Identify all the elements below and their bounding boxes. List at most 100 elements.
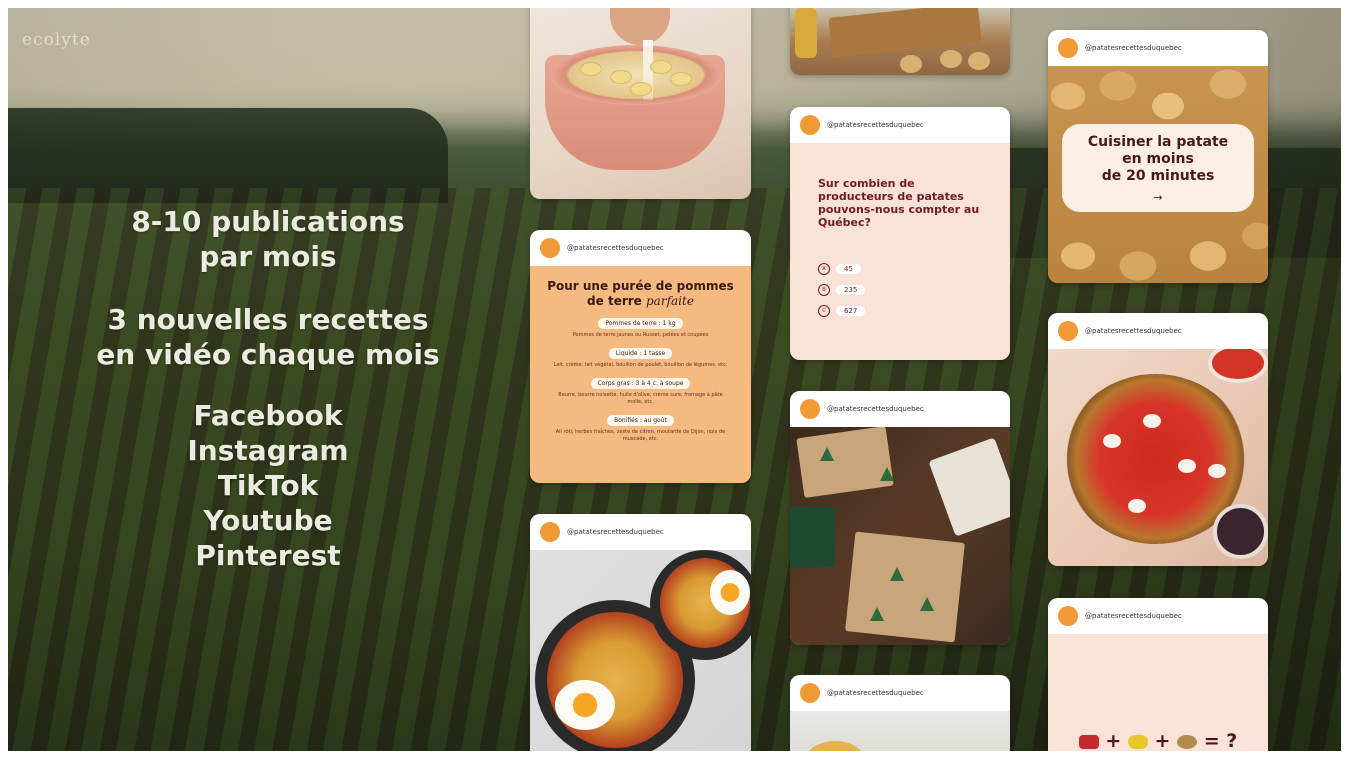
- recipe-note: Beurre, beurre noisette, huile d'olive, …: [558, 392, 723, 405]
- meat-icon: [1078, 734, 1099, 749]
- patatas-bravas-image: [1048, 349, 1268, 566]
- egg-image: [555, 680, 615, 730]
- account-avatar: [540, 522, 560, 542]
- platform-youtube: Youtube: [203, 504, 333, 537]
- account-avatar: [800, 399, 820, 419]
- potato-label: Cuisiner la patate en moins de 20 minute…: [1062, 124, 1254, 212]
- platform-tiktok: TikTok: [217, 469, 319, 502]
- recipe-pill: Pommes de terre : 1 kg: [598, 318, 683, 329]
- post-quiz-card[interactable]: @patatesrecettesduquebec Sur combien de …: [790, 107, 1010, 360]
- post-bottom-photo[interactable]: @patatesrecettesduquebec: [790, 675, 1010, 751]
- account-avatar: [540, 238, 560, 258]
- headline-line1: 8-10 publications: [131, 205, 405, 238]
- skillet-image: [530, 550, 751, 751]
- arrow-right-icon: →: [1153, 191, 1163, 204]
- gift-wrap-image: [790, 427, 1010, 645]
- recipe-pill: Corps gras : 3 à 4 c. à soupe: [590, 378, 691, 389]
- egg-image: [710, 570, 750, 615]
- platform-facebook: Facebook: [193, 399, 343, 432]
- account-handle: @patatesrecettesduquebec: [827, 689, 924, 697]
- account-handle: @patatesrecettesduquebec: [827, 121, 924, 129]
- cream-dollop-image: [1103, 434, 1121, 448]
- cream-dollop-image: [1128, 499, 1146, 513]
- post-header: @patatesrecettesduquebec: [530, 514, 751, 550]
- quiz-option-value: 45: [836, 264, 861, 274]
- post-skillet-photo[interactable]: @patatesrecettesduquebec: [530, 514, 751, 751]
- cutting-board-image: [828, 8, 982, 58]
- potato-slice-image: [670, 72, 692, 86]
- recipe-title-line2: de terre: [587, 294, 642, 308]
- potato-pile-image: Cuisiner la patate en moins de 20 minute…: [1048, 66, 1268, 283]
- headline-line4: en vidéo chaque mois: [96, 338, 440, 371]
- account-handle: @patatesrecettesduquebec: [827, 405, 924, 413]
- recipe-note: Lait, crème, lait végétal, bouillon de p…: [553, 362, 728, 368]
- quiz-body: Sur combien de producteurs de patates po…: [790, 143, 1010, 360]
- headline-publications: 8-10 publications par mois: [48, 204, 488, 274]
- slide-background: ecolyte 8-10 publications par mois 3 nou…: [8, 8, 1341, 751]
- wrapping-paper-image: [845, 531, 965, 643]
- recipe-pill: Bonifiés : au goût: [607, 415, 674, 426]
- plus-sign: +: [1105, 730, 1122, 751]
- wrapping-paper-image: [796, 427, 894, 498]
- tree-stamp-image: [880, 467, 894, 481]
- post-header: @patatesrecettesduquebec: [790, 107, 1010, 143]
- quiz-option-letter: A: [818, 263, 830, 275]
- post-header: @patatesrecettesduquebec: [790, 391, 1010, 427]
- quiz-option[interactable]: A 45: [818, 263, 861, 275]
- quiz-option-letter: C: [818, 305, 830, 317]
- potato-slice-image: [650, 60, 672, 74]
- quiz-question: Sur combien de producteurs de patates po…: [818, 177, 980, 229]
- recipe-note: Ail rôti, herbes fraîches, zeste de citr…: [555, 429, 726, 442]
- account-avatar: [1058, 606, 1078, 626]
- post-emoji-riddle-card[interactable]: @patatesrecettesduquebec + + = ?: [1048, 598, 1268, 751]
- account-handle: @patatesrecettesduquebec: [567, 528, 664, 536]
- cream-dollop-image: [1178, 459, 1196, 473]
- platform-pinterest: Pinterest: [195, 539, 341, 572]
- question-mark: ?: [1226, 730, 1238, 751]
- recipe-note: Pommes de terre jaunes ou Russet, pelées…: [572, 332, 709, 338]
- paper-roll-image: [928, 437, 1010, 537]
- emoji-riddle: + + = ?: [1048, 730, 1268, 751]
- potato-slice-image: [580, 62, 602, 76]
- account-avatar: [800, 115, 820, 135]
- quiz-option[interactable]: B 235: [818, 284, 866, 296]
- potato-slice-image: [630, 82, 652, 96]
- cream-dollop-image: [1208, 464, 1226, 478]
- recipe-body: Pour une purée de pommes de terre parfai…: [530, 266, 751, 483]
- food-image: [790, 711, 1010, 751]
- recipe-title-script: parfaite: [646, 294, 694, 308]
- post-gift-wrap-photo[interactable]: @patatesrecettesduquebec: [790, 391, 1010, 645]
- brand-logo: ecolyte: [22, 30, 91, 50]
- quiz-option[interactable]: C 627: [818, 305, 866, 317]
- dark-sauce-bowl-image: [1213, 504, 1268, 559]
- platform-list: Facebook Instagram TikTok Youtube Pinter…: [48, 398, 488, 573]
- post-potato-quick-card[interactable]: @patatesrecettesduquebec Cuisiner la pat…: [1048, 30, 1268, 283]
- potato-label-line3: de 20 minutes: [1101, 168, 1215, 184]
- post-recipe-card[interactable]: @patatesrecettesduquebec Pour une purée …: [530, 230, 751, 483]
- equals-sign: =: [1203, 730, 1220, 751]
- account-handle: @patatesrecettesduquebec: [567, 244, 664, 252]
- recipe-title: Pour une purée de pommes de terre parfai…: [530, 279, 751, 309]
- post-dish-photo[interactable]: @patatesrecettesduquebec: [1048, 313, 1268, 566]
- post-header: @patatesrecettesduquebec: [1048, 30, 1268, 66]
- potato-icon: [1177, 734, 1198, 749]
- quiz-option-value: 235: [836, 285, 866, 295]
- account-handle: @patatesrecettesduquebec: [1085, 327, 1182, 335]
- corn-icon: [1127, 734, 1148, 749]
- post-pot-photo[interactable]: [530, 8, 751, 199]
- potato-slice-image: [610, 70, 632, 84]
- headline-recipes: 3 nouvelles recettes en vidéo chaque moi…: [48, 302, 488, 372]
- cream-dollop-image: [1143, 414, 1161, 428]
- account-avatar: [800, 683, 820, 703]
- plus-sign: +: [1154, 730, 1171, 751]
- post-veg-photo[interactable]: [790, 8, 1010, 75]
- post-header: @patatesrecettesduquebec: [790, 675, 1010, 711]
- tortilla-image: [805, 741, 865, 751]
- account-avatar: [1058, 38, 1078, 58]
- sauce-bowl-image: [1208, 349, 1268, 383]
- tree-stamp-image: [820, 447, 834, 461]
- hand-image: [610, 8, 670, 45]
- account-handle: @patatesrecettesduquebec: [1085, 612, 1182, 620]
- emoji-riddle-body: + + = ?: [1048, 634, 1268, 751]
- tree-stamp-image: [890, 567, 904, 581]
